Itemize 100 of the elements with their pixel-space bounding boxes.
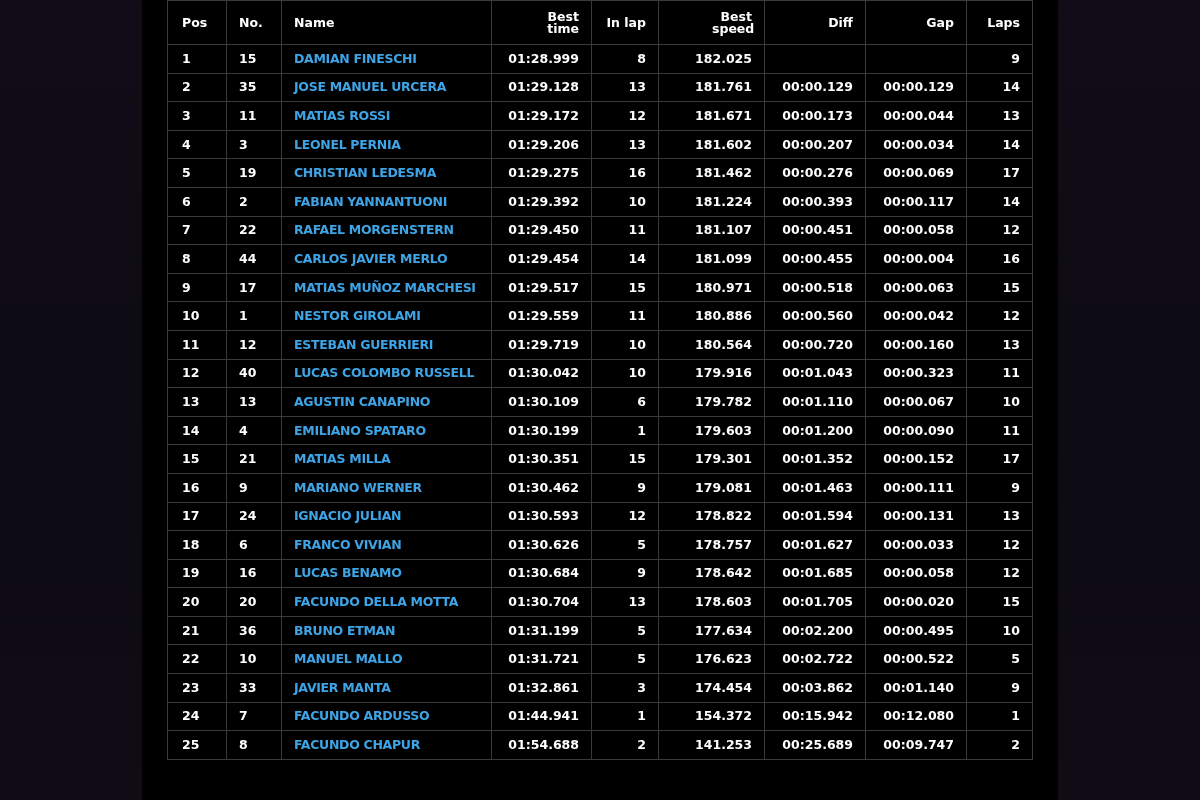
- number-cell: 12: [239, 336, 257, 352]
- position-cell: 23: [182, 679, 200, 695]
- gap-cell: 00:00.063: [883, 279, 954, 295]
- gap-cell: 00:00.020: [883, 594, 954, 610]
- laps-cell: 15: [1002, 594, 1020, 610]
- best-speed-cell: 179.603: [695, 422, 752, 438]
- laps-cell: 5: [1011, 651, 1020, 667]
- laps-cell: 17: [1002, 165, 1020, 181]
- number-cell: 20: [239, 594, 257, 610]
- best-time-cell: 01:30.462: [508, 479, 579, 495]
- driver-name[interactable]: MATIAS MILLA: [294, 453, 391, 466]
- in-lap-cell: 13: [628, 79, 646, 95]
- best-speed-cell: 179.081: [695, 479, 752, 495]
- diff-cell: 00:01.352: [782, 451, 853, 467]
- position-cell: 4: [182, 136, 191, 152]
- best-speed-cell: 179.301: [695, 451, 752, 467]
- position-cell: 3: [182, 108, 191, 123]
- best-speed-cell: 177.634: [695, 622, 752, 638]
- position-cell: 14: [182, 422, 200, 438]
- in-lap-cell: 9: [637, 565, 646, 581]
- gap-cell: 00:00.090: [883, 422, 954, 438]
- column-header: No.: [239, 16, 263, 29]
- number-cell: 11: [239, 108, 257, 123]
- best-speed-cell: 181.671: [695, 108, 752, 123]
- best-time-cell: 01:28.999: [508, 50, 579, 66]
- gap-cell: 00:00.131: [883, 508, 954, 524]
- position-cell: 10: [182, 308, 200, 324]
- diff-cell: 00:01.594: [782, 508, 853, 524]
- diff-cell: 00:00.451: [782, 222, 853, 238]
- best-time-cell: 01:29.559: [508, 308, 579, 324]
- diff-cell: 00:15.942: [782, 708, 853, 724]
- in-lap-cell: 6: [637, 393, 646, 409]
- position-cell: 12: [182, 365, 200, 381]
- position-cell: 6: [182, 193, 191, 209]
- position-cell: 11: [182, 336, 200, 352]
- position-cell: 19: [182, 565, 200, 581]
- best-speed-cell: 178.603: [695, 594, 752, 610]
- best-time-cell: 01:31.721: [508, 651, 579, 667]
- driver-name[interactable]: JAVIER MANTA: [294, 681, 391, 694]
- position-cell: 8: [182, 250, 191, 266]
- best-speed-cell: 181.602: [695, 136, 752, 152]
- gap-cell: 00:00.034: [883, 136, 954, 152]
- best-speed-cell: 182.025: [695, 50, 752, 66]
- driver-name[interactable]: MATIAS ROSSI: [294, 110, 391, 122]
- column-header: Gap: [926, 16, 954, 29]
- diff-cell: 00:00.173: [782, 108, 853, 123]
- best-speed-cell: 180.971: [695, 279, 752, 295]
- in-lap-cell: 11: [628, 222, 646, 238]
- best-time-cell: 01:30.199: [508, 422, 579, 438]
- number-cell: 21: [239, 451, 257, 467]
- best-time-cell: 01:30.351: [508, 451, 579, 467]
- gap-cell: 00:00.058: [883, 565, 954, 581]
- laps-cell: 9: [1011, 479, 1020, 495]
- column-header: Laps: [987, 16, 1020, 29]
- best-time-cell: 01:29.392: [508, 193, 579, 209]
- best-speed-cell: 181.761: [695, 79, 752, 95]
- column-header: Diff: [828, 16, 853, 29]
- laps-cell: 16: [1002, 250, 1020, 266]
- best-speed-cell: 178.757: [695, 536, 752, 552]
- best-speed-cell: 181.107: [695, 222, 752, 238]
- position-cell: 25: [182, 737, 200, 753]
- in-lap-cell: 12: [628, 108, 646, 123]
- in-lap-cell: 15: [628, 451, 646, 467]
- position-cell: 24: [182, 708, 200, 724]
- gap-cell: 00:00.033: [883, 536, 954, 552]
- gap-cell: 00:09.747: [883, 737, 954, 753]
- best-speed-cell: 176.623: [695, 651, 752, 667]
- position-cell: 17: [182, 508, 200, 524]
- gap-cell: 00:01.140: [883, 679, 954, 695]
- column-header: Best time: [546, 10, 579, 35]
- best-speed-cell: 179.782: [695, 393, 752, 409]
- number-cell: 9: [239, 479, 248, 495]
- best-speed-cell: 178.642: [695, 565, 752, 581]
- diff-cell: 00:01.627: [782, 536, 853, 552]
- diff-cell: 00:01.200: [782, 422, 853, 438]
- position-cell: 21: [182, 622, 200, 638]
- diff-cell: 00:00.207: [782, 136, 853, 152]
- best-time-cell: 01:30.109: [508, 393, 579, 409]
- gap-cell: 00:00.495: [883, 622, 954, 638]
- gap-cell: 00:00.117: [883, 193, 954, 209]
- column-header: Name: [294, 16, 334, 29]
- number-cell: 19: [239, 165, 257, 181]
- best-time-cell: 01:29.454: [508, 250, 579, 266]
- best-time-cell: 01:29.128: [508, 79, 579, 95]
- diff-cell: 00:01.043: [782, 365, 853, 381]
- number-cell: 10: [239, 651, 257, 667]
- laps-cell: 13: [1002, 108, 1020, 123]
- position-cell: 2: [182, 79, 191, 95]
- best-speed-cell: 174.454: [695, 679, 752, 695]
- in-lap-cell: 10: [628, 193, 646, 209]
- number-cell: 22: [239, 222, 257, 238]
- best-speed-cell: 181.462: [695, 165, 752, 181]
- best-time-cell: 01:29.450: [508, 222, 579, 238]
- in-lap-cell: 10: [628, 336, 646, 352]
- laps-cell: 14: [1002, 136, 1020, 152]
- position-cell: 13: [182, 393, 200, 409]
- number-cell: 3: [239, 136, 248, 152]
- best-time-cell: 01:54.688: [508, 737, 579, 753]
- gap-cell: 00:00.067: [883, 393, 954, 409]
- best-time-cell: 01:29.275: [508, 165, 579, 181]
